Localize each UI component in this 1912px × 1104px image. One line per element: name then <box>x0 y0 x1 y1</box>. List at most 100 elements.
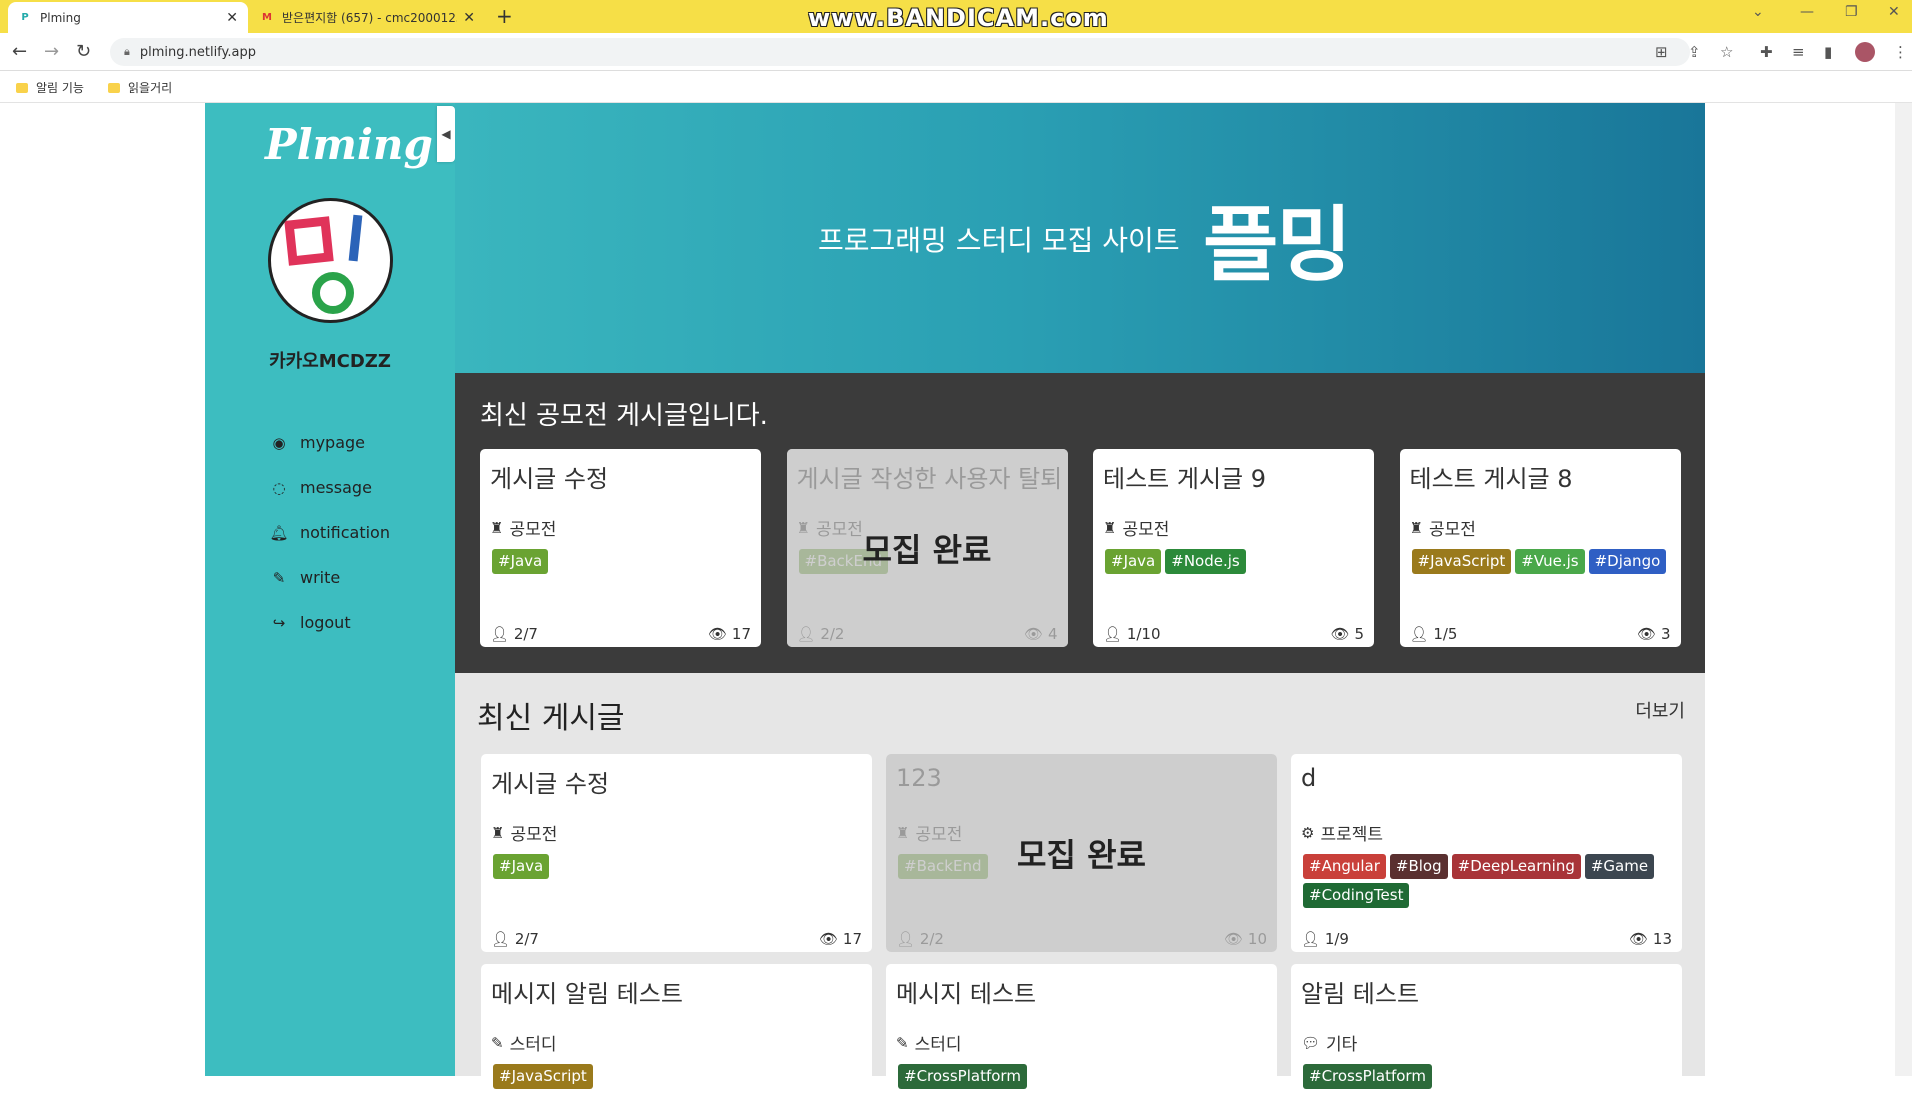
site-logo[interactable]: Plming <box>265 120 433 169</box>
pencil-icon: ✎ <box>491 1033 504 1052</box>
trophy-icon: ♜ <box>490 518 504 537</box>
folder-icon <box>108 82 120 93</box>
tag-badge[interactable]: #Java <box>493 854 550 879</box>
trophy-icon: ♜ <box>1409 518 1423 537</box>
bookmark-folder[interactable]: 알림 기능 <box>16 79 84 96</box>
new-tab-button[interactable]: + <box>496 4 513 28</box>
share-icon[interactable]: ⇪ <box>1688 43 1701 61</box>
post-card[interactable]: 게시글 수정 ♜ 공모전 #Java 👤︎ 2/7 👁︎ 17 <box>481 754 872 952</box>
category-label: 공모전 <box>1428 520 1476 540</box>
tab-plming[interactable]: P Plming ✕ <box>8 2 248 33</box>
category-label: 스터디 <box>509 1035 557 1055</box>
tag-badge[interactable]: #Node.js <box>1165 549 1246 574</box>
translate-icon[interactable]: ⊞ <box>1655 43 1668 61</box>
tag-badge[interactable]: #Vue.js <box>1515 549 1585 574</box>
tag-badge[interactable]: #Java <box>1105 549 1162 574</box>
restore-icon[interactable]: ❐ <box>1845 4 1858 20</box>
post-card[interactable]: 알림 테스트 💬︎ 기타 #CrossPlatform <box>1291 964 1682 1104</box>
tag-badge[interactable]: #CrossPlatform <box>1303 1064 1432 1089</box>
person-icon: 👤︎ <box>490 625 514 643</box>
extensions-icon[interactable]: ✚ <box>1760 43 1773 61</box>
profile-avatar[interactable] <box>1855 42 1875 62</box>
contest-heading: 최신 공모전 게시글입니다. <box>480 401 768 431</box>
bookmark-star-icon[interactable]: ☆ <box>1720 43 1733 61</box>
bookmark-label: 알림 기능 <box>36 81 84 95</box>
reload-icon[interactable]: ↻ <box>76 41 91 62</box>
tag-list: #Angular #Blog #DeepLearning #Game #CodingTe… <box>1303 854 1672 908</box>
post-card[interactable]: 테스트 게시글 9 ♜ 공모전 #Java #Node.js 👤︎ 1/10 👁︎ 5 <box>1093 449 1374 647</box>
member-count: 👤︎ 1/5 <box>1410 625 1458 643</box>
post-card[interactable]: 메시지 알림 테스트 ✎ 스터디 #JavaScript <box>481 964 872 1104</box>
card-footer: 👤︎ 2/7 👁︎ 17 <box>490 625 751 643</box>
tag-badge[interactable]: #Java <box>492 549 549 574</box>
tag-badge[interactable]: #Game <box>1584 854 1655 879</box>
tag-badge[interactable]: #Blog <box>1389 854 1448 879</box>
tag-list: #CrossPlatform <box>1303 1064 1672 1089</box>
recruit-closed-overlay: 모집 완료 <box>886 754 1277 952</box>
sidebar-item-label: message <box>300 478 372 497</box>
sidebar-item-notification[interactable]: 🔔︎ notification <box>268 510 390 555</box>
view-count: 👁︎ 13 <box>1629 930 1672 948</box>
tag-badge[interactable]: #CodingTest <box>1303 883 1410 908</box>
tab-search-icon[interactable]: ⌄ <box>1752 4 1764 20</box>
card-category: ♜ 공모전 <box>491 820 557 846</box>
post-card[interactable]: 게시글 수정 ♜ 공모전 #Java 👤︎ 2/7 👁︎ 17 <box>480 449 761 647</box>
tab-gmail[interactable]: M 받은편지함 (657) - cmc2000125 ✕ <box>250 2 485 33</box>
post-card[interactable]: d ⚙ 프로젝트 #Angular #Blog #DeepLearning #Game #Co… <box>1291 754 1682 952</box>
card-category: 💬︎ 기타 <box>1301 1030 1358 1056</box>
forward-icon[interactable]: → <box>44 41 59 62</box>
close-window-icon[interactable]: ✕ <box>1888 4 1900 20</box>
member-value: 1/10 <box>1126 625 1161 643</box>
url-field[interactable]: 🔒︎ plming.netlify.app <box>110 38 1690 66</box>
sidebar-item-logout[interactable]: ↪ logout <box>268 600 390 645</box>
more-link[interactable]: 더보기 <box>1635 697 1685 723</box>
sidebar-item-mypage[interactable]: ◉ mypage <box>268 420 390 465</box>
avatar[interactable] <box>268 198 393 323</box>
recruit-closed-overlay: 모집 완료 <box>786 449 1068 647</box>
back-icon[interactable]: ← <box>12 41 27 62</box>
close-tab-icon[interactable]: ✕ <box>463 10 475 26</box>
post-card[interactable]: 메시지 테스트 ✎ 스터디 #CrossPlatform <box>886 964 1277 1104</box>
card-title: 메시지 테스트 <box>896 980 1037 1008</box>
card-footer: 👤︎ 1/5 👁︎ 3 <box>1410 625 1671 643</box>
address-bar: ← → ↻ 🔒︎ plming.netlify.app ⊞ ⇪ ☆ ✚ ≡ ▮ … <box>0 33 1912 71</box>
card-title: 알림 테스트 <box>1301 980 1420 1008</box>
tag-badge[interactable]: #CrossPlatform <box>898 1064 1027 1089</box>
sidepanel-icon[interactable]: ▮ <box>1824 43 1832 61</box>
minimize-icon[interactable]: — <box>1800 4 1814 20</box>
menu-dots-icon[interactable]: ⋮ <box>1893 43 1908 61</box>
sidebar-item-write[interactable]: ✎ write <box>268 555 390 600</box>
tag-badge[interactable]: #Angular <box>1303 854 1386 879</box>
tag-badge[interactable]: #Django <box>1588 549 1667 574</box>
view-count: 👁︎ 3 <box>1637 625 1670 643</box>
sidebar-collapse-button[interactable]: ◀ <box>437 106 455 162</box>
post-card[interactable]: 123♜공모전#BackEnd👤︎ 2/2👁︎ 10모집 완료 <box>886 754 1277 952</box>
page-scrollbar[interactable] <box>1895 103 1912 1076</box>
pencil-icon: ✎ <box>896 1033 909 1052</box>
post-card[interactable]: 테스트 게시글 8 ♜ 공모전 #JavaScript #Vue.js #Django 👤︎… <box>1399 449 1681 647</box>
bookmark-folder[interactable]: 읽을거리 <box>108 79 172 96</box>
logout-icon: ↪ <box>272 613 286 632</box>
project-icon: ⚙ <box>1301 823 1315 842</box>
tag-badge[interactable]: #JavaScript <box>493 1064 593 1089</box>
member-value: 1/9 <box>1324 930 1349 948</box>
card-title: 테스트 게시글 8 <box>1409 465 1573 493</box>
post-card[interactable]: 게시글 작성한 사용자 탈퇴♜공모전#BackEnd👤︎ 2/2👁︎ 4모집 완… <box>786 449 1068 647</box>
latest-section: 최신 게시글 더보기 게시글 수정 ♜ 공모전 #Java 👤︎ 2/7 👁︎ 17 123… <box>455 673 1705 1104</box>
tag-badge[interactable]: #DeepLearning <box>1451 854 1581 879</box>
sidebar-menu: ◉ mypage ◌ message 🔔︎ notification ✎ wri… <box>268 420 390 645</box>
card-footer: 👤︎ 1/9 👁︎ 13 <box>1301 930 1672 948</box>
tag-badge[interactable]: #JavaScript <box>1411 549 1512 574</box>
sidebar-item-message[interactable]: ◌ message <box>268 465 390 510</box>
card-category: ⚙ 프로젝트 <box>1301 820 1383 846</box>
bell-icon: 🔔︎ <box>269 523 289 542</box>
media-icon[interactable]: ≡ <box>1792 43 1805 61</box>
card-category: ♜ 공모전 <box>1409 515 1476 541</box>
category-label: 기타 <box>1326 1035 1358 1055</box>
caret-left-icon: ◀ <box>441 127 451 141</box>
close-tab-icon[interactable]: ✕ <box>226 10 238 26</box>
trophy-icon: ♜ <box>1103 518 1117 537</box>
url-text: plming.netlify.app <box>139 44 256 60</box>
view-value: 3 <box>1660 625 1671 643</box>
member-count: 👤︎ 2/7 <box>490 625 538 643</box>
